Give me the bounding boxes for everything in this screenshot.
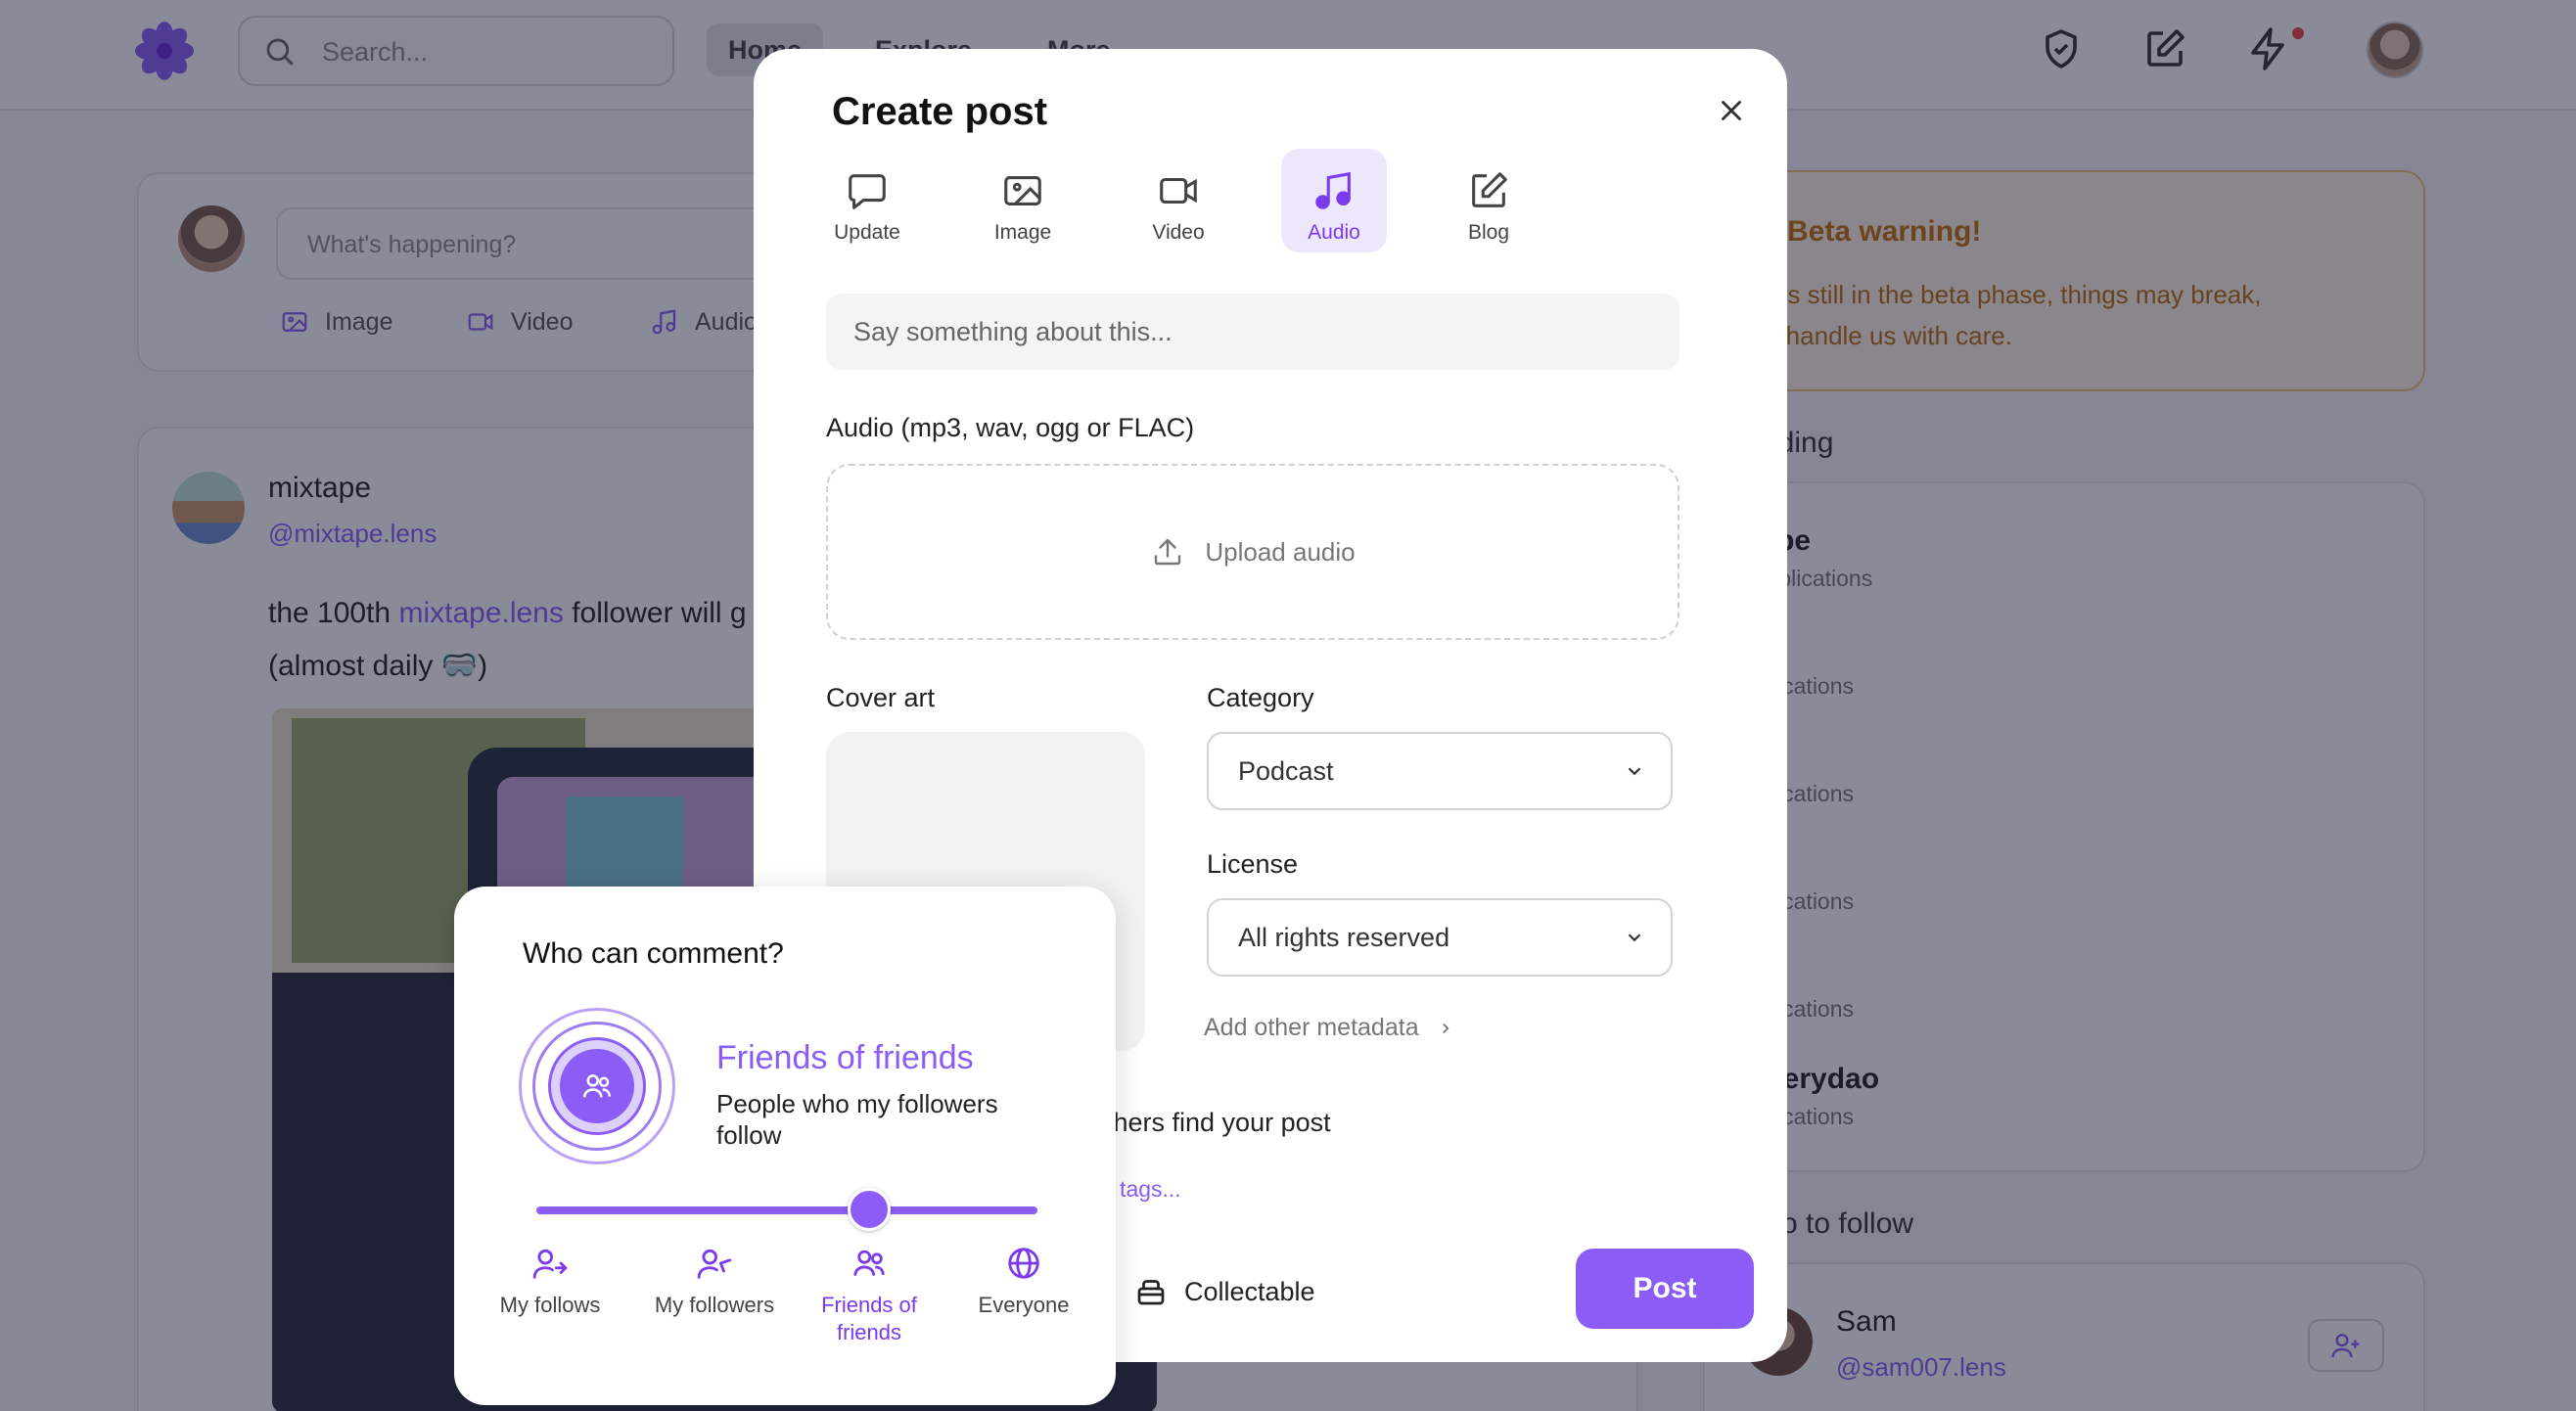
chevron-down-icon (1628, 933, 1641, 942)
upload-audio-label: Upload audio (1205, 536, 1356, 567)
license-select[interactable]: All rights reserved (1207, 898, 1673, 977)
globe-icon (1008, 1248, 1039, 1279)
user-arrow-icon (532, 1249, 568, 1279)
chevron-down-icon (1628, 767, 1641, 776)
audio-label: Audio (mp3, wav, ogg or FLAC) (826, 413, 1195, 442)
upload-icon (1155, 538, 1181, 566)
upload-audio-dropzone[interactable]: Upload audio (826, 464, 1679, 640)
level-my-follows[interactable]: My follows (472, 1245, 628, 1319)
tab-audio[interactable]: Audio (1281, 149, 1387, 252)
pencil-square-icon (1472, 172, 1507, 207)
video-icon (1160, 177, 1197, 205)
selected-level-title: Friends of friends (716, 1039, 974, 1076)
level-everyone[interactable]: Everyone (945, 1245, 1102, 1319)
level-my-followers[interactable]: My followers (636, 1245, 793, 1319)
users-icon (853, 1250, 885, 1276)
add-metadata-link[interactable]: Add other metadata (1204, 1014, 1454, 1042)
post-description-input[interactable] (826, 294, 1679, 370)
users-icon (560, 1049, 634, 1123)
chat-bubble-icon (849, 174, 886, 209)
comment-level-slider-track[interactable] (536, 1206, 1037, 1214)
close-icon[interactable] (1715, 94, 1748, 127)
modal-title: Create post (832, 90, 1048, 133)
tab-video[interactable]: Video (1126, 149, 1231, 252)
music-note-icon (1315, 171, 1351, 209)
tab-blog[interactable]: Blog (1436, 149, 1541, 252)
tags-help-text: thers find your post (1106, 1108, 1331, 1137)
tags-input[interactable]: r tags... (1106, 1176, 1181, 1203)
collectable-icon (1137, 1280, 1165, 1305)
chevron-right-icon (1442, 1023, 1449, 1033)
comment-level-slider-thumb[interactable] (848, 1188, 891, 1231)
collectable-toggle[interactable]: Collectable (1133, 1274, 1315, 1309)
cover-art-label: Cover art (826, 683, 936, 712)
post-button[interactable]: Post (1576, 1249, 1754, 1329)
tab-update[interactable]: Update (814, 149, 920, 252)
category-label: Category (1207, 683, 1314, 712)
category-select[interactable]: Podcast (1207, 732, 1673, 810)
selected-level-description: People who my followers follow (716, 1089, 998, 1150)
tab-image[interactable]: Image (970, 149, 1076, 252)
image-icon (1004, 176, 1041, 205)
popover-title: Who can comment? (523, 937, 784, 970)
user-plus-icon (697, 1249, 732, 1279)
level-friends-of-friends[interactable]: Friends of friends (791, 1245, 947, 1346)
license-label: License (1207, 849, 1299, 879)
